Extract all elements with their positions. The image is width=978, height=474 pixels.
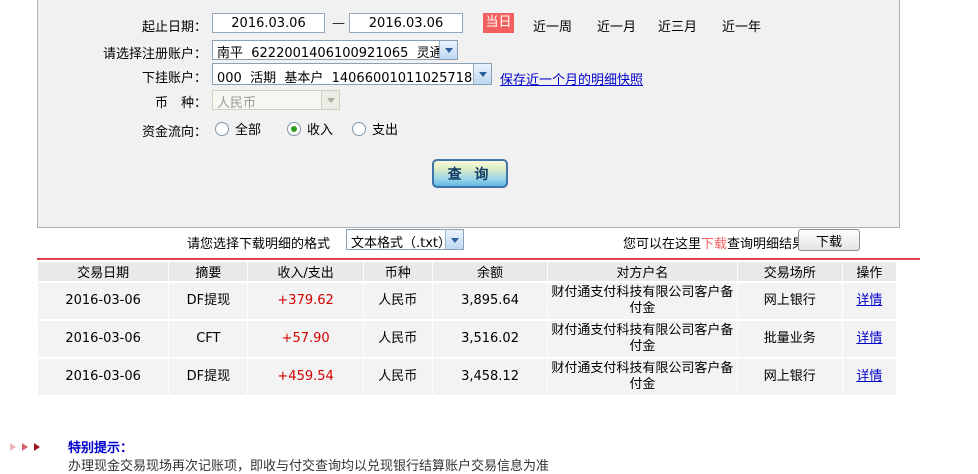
table-row: 2016-03-06 DF提现 +379.62 人民币 3,895.64 财付通… — [38, 283, 896, 319]
cell-balance: 3,458.12 — [432, 359, 548, 395]
cell-date: 2016-03-06 — [38, 359, 169, 395]
range-year-link[interactable]: 近一年 — [722, 16, 761, 35]
flow-radio-all[interactable]: 全部 — [215, 119, 261, 138]
cell-amount: +379.62 — [248, 283, 363, 319]
cell-date: 2016-03-06 — [38, 283, 169, 319]
register-account-value: 南平 6222001406100921065 灵通卡 — [217, 46, 439, 59]
cell-summary: DF提现 — [169, 359, 248, 395]
special-tip-title: 特别提示： — [68, 441, 134, 456]
date-range-label: 起止日期： — [141, 20, 207, 35]
cell-channel: 批量业务 — [737, 321, 842, 357]
register-account-label: 请选择注册账户： — [102, 47, 207, 62]
table-header-row: 交易日期 摘要 收入/支出 币种 余额 对方户名 交易场所 操作 — [38, 262, 896, 281]
range-today-badge[interactable]: 当日 — [483, 13, 514, 33]
transactions-table: 交易日期 摘要 收入/支出 币种 余额 对方户名 交易场所 操作 2016-03… — [37, 260, 897, 397]
cell-date: 2016-03-06 — [38, 321, 169, 357]
cell-counterparty: 财付通支付科技有限公司客户备付金 — [548, 283, 737, 319]
cell-channel: 网上银行 — [737, 283, 842, 319]
snapshot-link[interactable]: 保存近一个月的明细快照 — [500, 69, 643, 88]
detail-link[interactable]: 详情 — [856, 369, 882, 384]
sub-account-select[interactable]: 000 活期 基本户 1406600101102571848 — [212, 63, 492, 85]
detail-link[interactable]: 详情 — [856, 331, 882, 346]
flow-radio-income[interactable]: 收入 — [287, 119, 333, 138]
date-range-separator: — — [332, 16, 345, 31]
currency-value: 人民币 — [217, 96, 257, 109]
chevron-down-icon[interactable] — [473, 64, 491, 84]
cell-currency: 人民币 — [363, 283, 432, 319]
cell-amount: +459.54 — [248, 359, 363, 395]
date-to-input[interactable] — [349, 13, 463, 33]
flow-radio-expense-label: 支出 — [372, 123, 399, 138]
table-row: 2016-03-06 CFT +57.90 人民币 3,516.02 财付通支付… — [38, 321, 896, 357]
download-hint: 您可以在这里下载查询明细结果 — [623, 233, 805, 252]
detail-link[interactable]: 详情 — [856, 293, 882, 308]
chevron-down-icon — [321, 91, 339, 109]
download-format-label: 请您选择下载明细的格式 — [187, 237, 331, 252]
chevron-down-icon[interactable] — [445, 230, 463, 249]
download-hint-suffix: 查询明细结果 — [727, 237, 806, 252]
col-header-counterparty: 对方户名 — [548, 262, 737, 281]
cell-counterparty: 财付通支付科技有限公司客户备付金 — [548, 359, 737, 395]
col-header-date: 交易日期 — [38, 262, 169, 281]
download-format-value: 文本格式（.txt） — [351, 236, 445, 249]
cell-balance: 3,516.02 — [432, 321, 548, 357]
range-quarter-link[interactable]: 近三月 — [658, 16, 697, 35]
cell-summary: CFT — [169, 321, 248, 357]
col-header-amount: 收入/支出 — [248, 262, 363, 281]
register-account-select[interactable]: 南平 6222001406100921065 灵通卡 — [212, 40, 458, 60]
fund-flow-label: 资金流向： — [141, 125, 207, 140]
cell-amount: +57.90 — [248, 321, 363, 357]
flow-radio-income-label: 收入 — [307, 123, 334, 138]
radio-icon[interactable] — [352, 121, 366, 136]
table-row: 2016-03-06 DF提现 +459.54 人民币 3,458.12 财付通… — [38, 359, 896, 395]
radio-icon[interactable] — [287, 121, 301, 136]
cell-summary: DF提现 — [169, 283, 248, 319]
download-format-select[interactable]: 文本格式（.txt） — [346, 229, 464, 250]
date-from-input[interactable] — [212, 13, 325, 33]
col-header-balance: 余额 — [432, 262, 548, 281]
sub-account-value: 000 活期 基本户 1406600101102571848 — [217, 71, 473, 84]
col-header-summary: 摘要 — [169, 262, 248, 281]
cell-currency: 人民币 — [363, 359, 432, 395]
cell-currency: 人民币 — [363, 321, 432, 357]
cell-balance: 3,895.64 — [432, 283, 548, 319]
currency-label: 币 种： — [154, 96, 207, 111]
sub-account-label: 下挂账户： — [141, 71, 207, 86]
cell-counterparty: 财付通支付科技有限公司客户备付金 — [548, 321, 737, 357]
col-header-action: 操作 — [842, 262, 896, 281]
currency-select: 人民币 — [212, 90, 340, 110]
chevron-down-icon[interactable] — [439, 41, 457, 59]
radio-icon[interactable] — [215, 121, 229, 136]
range-week-link[interactable]: 近一周 — [533, 16, 572, 35]
download-hint-prefix: 您可以在这里 — [623, 237, 702, 252]
col-header-currency: 币种 — [363, 262, 432, 281]
range-month-link[interactable]: 近一月 — [597, 16, 636, 35]
col-header-channel: 交易场所 — [737, 262, 842, 281]
download-button[interactable]: 下载 — [798, 229, 860, 251]
query-button[interactable]: 查 询 — [432, 159, 508, 188]
cell-channel: 网上银行 — [737, 359, 842, 395]
download-hint-link[interactable]: 下载 — [701, 237, 727, 252]
special-tip-text: 办理现金交易现场再次记账项，即收与付交查询均以兑现银行结算账户交易信息为准 — [68, 459, 550, 474]
flow-radio-expense[interactable]: 支出 — [352, 119, 398, 138]
flow-radio-all-label: 全部 — [235, 123, 262, 138]
triangle-arrows-icon — [10, 440, 41, 455]
